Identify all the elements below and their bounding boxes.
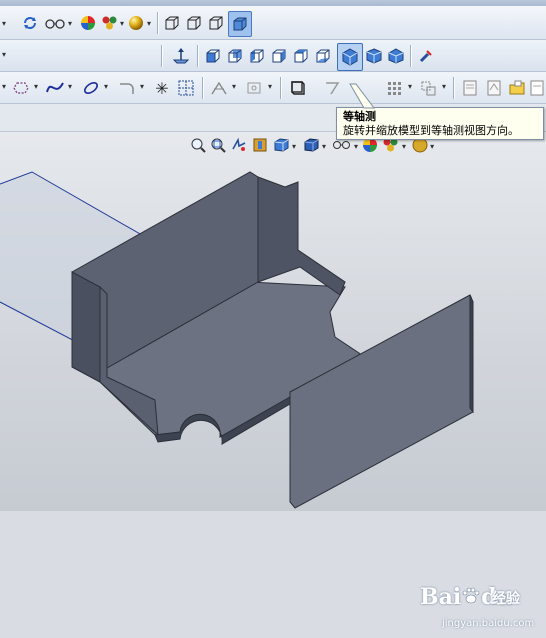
front-view-icon[interactable]: [203, 45, 223, 67]
display-style-icon[interactable]: [302, 137, 320, 156]
trimetric-view-icon[interactable]: [364, 45, 384, 67]
toolbar-separator: [453, 77, 454, 99]
sheet-icon[interactable]: [529, 77, 545, 99]
dropdown-arrow-icon[interactable]: ▾: [147, 19, 151, 28]
dropdown-arrow-icon[interactable]: ▾: [408, 82, 412, 91]
view-cube-outline-icon[interactable]: [206, 12, 226, 34]
tooltip-title: 等轴测: [343, 110, 376, 123]
offset-icon[interactable]: [244, 77, 266, 99]
graphics-viewport[interactable]: ▾ ▾ ▾ ▾ ▾ Bai du 经验 jingyan.baidu.com: [0, 132, 546, 629]
toolbar-separator: [202, 77, 203, 99]
trim-icon[interactable]: [208, 77, 230, 99]
sync-icon[interactable]: [20, 12, 40, 34]
link-views-icon[interactable]: [416, 45, 436, 67]
heads-up-view-toolbar: ▾ ▾ ▾ ▾ ▾: [190, 137, 434, 156]
dropdown-arrow-icon[interactable]: ▾: [442, 82, 446, 91]
table-icon[interactable]: [484, 77, 504, 99]
dropdown-arrow-icon[interactable]: ▾: [2, 82, 6, 91]
sheet-metal-rear-flange: [257, 176, 346, 296]
standard-views-toolbar: ▾: [0, 40, 546, 72]
sketch-toolbar: ▾ ▾ ▾ ▾ ▾ ✳ ▾ ▾ ▾ ▾: [0, 72, 546, 104]
toolbar-separator: [157, 12, 158, 34]
dropdown-arrow-icon[interactable]: ▾: [2, 50, 6, 59]
dropdown-arrow-icon[interactable]: ▾: [68, 19, 72, 28]
dropdown-arrow-icon[interactable]: ▾: [232, 82, 236, 91]
polygon-icon[interactable]: [10, 77, 32, 99]
dropdown-arrow-icon[interactable]: ▾: [140, 82, 144, 91]
appearance-sphere-icon[interactable]: [78, 12, 98, 34]
toolbar-separator: [410, 45, 411, 67]
dropdown-arrow-icon[interactable]: ▾: [322, 142, 326, 151]
toolbar-separator: [161, 45, 162, 67]
tooltip-description: 旋转并缩放模型到等轴测视图方向。: [343, 124, 519, 137]
right-view-icon[interactable]: [269, 45, 289, 67]
zoom-to-fit-icon[interactable]: [190, 137, 206, 156]
watermark-site: jingyan.baidu.com: [442, 618, 535, 629]
bottom-view-icon[interactable]: [313, 45, 333, 67]
tooltip-pointer: [349, 83, 375, 109]
move-entities-icon[interactable]: [418, 77, 440, 99]
sheet-metal-front-wall-edge: [469, 294, 474, 414]
toolbar-separator: [280, 77, 281, 99]
glasses-icon[interactable]: [42, 12, 68, 34]
previous-view-icon[interactable]: [230, 137, 248, 156]
view-toolbar-row: ▾ ▾ ▾ ▾: [0, 6, 546, 40]
dropdown-arrow-icon[interactable]: ▾: [68, 82, 72, 91]
view-orientation-icon[interactable]: [272, 137, 290, 156]
point-icon[interactable]: ✳: [152, 77, 172, 99]
sheet-metal-left-flange: [71, 271, 101, 383]
dropdown-arrow-icon[interactable]: ▾: [354, 142, 358, 151]
baidu-jingyan-watermark: Bai du 经验 jingyan.baidu.com: [418, 578, 542, 638]
top-view-icon[interactable]: [291, 45, 311, 67]
lighting-sphere-icon[interactable]: [126, 12, 146, 34]
folder-icon[interactable]: [507, 77, 527, 99]
hide-show-icon[interactable]: [332, 139, 352, 154]
grid-icon[interactable]: [176, 77, 196, 99]
dropdown-arrow-icon[interactable]: ▾: [268, 82, 272, 91]
dropdown-arrow-icon[interactable]: ▾: [2, 19, 6, 28]
note-icon[interactable]: [460, 77, 480, 99]
normal-to-icon[interactable]: [170, 45, 192, 67]
isometric-tooltip: 等轴测 旋转并缩放模型到等轴测视图方向。: [336, 107, 544, 140]
section-view-icon[interactable]: [252, 137, 268, 156]
view-cube-selected-icon[interactable]: [228, 11, 252, 37]
left-view-icon[interactable]: [247, 45, 267, 67]
fillet-icon[interactable]: [116, 77, 138, 99]
paw-icon: [462, 587, 480, 604]
convert-entities-icon[interactable]: [287, 77, 309, 99]
dimetric-view-icon[interactable]: [386, 45, 406, 67]
zoom-area-icon[interactable]: [210, 137, 226, 156]
dropdown-arrow-icon[interactable]: ▾: [292, 142, 296, 151]
dropdown-arrow-icon[interactable]: ▾: [104, 82, 108, 91]
toolbar-separator: [197, 45, 198, 67]
dropdown-arrow-icon[interactable]: ▾: [120, 19, 124, 28]
back-view-icon[interactable]: [225, 45, 245, 67]
view-cube-outline-icon[interactable]: [162, 12, 182, 34]
model-view[interactable]: [0, 132, 546, 511]
ellipse-icon[interactable]: [80, 77, 102, 99]
dropdown-arrow-icon[interactable]: ▾: [430, 142, 434, 151]
scene-icon[interactable]: [100, 12, 120, 34]
mirror-icon[interactable]: [322, 77, 344, 99]
view-cube-outline-icon[interactable]: [184, 12, 204, 34]
linear-pattern-icon[interactable]: [384, 77, 406, 99]
dropdown-arrow-icon[interactable]: ▾: [34, 82, 38, 91]
spline-icon[interactable]: [44, 77, 66, 99]
isometric-view-icon[interactable]: [337, 43, 363, 71]
watermark-brand-cn: 经验: [492, 591, 520, 607]
dropdown-arrow-icon[interactable]: ▾: [402, 142, 406, 151]
